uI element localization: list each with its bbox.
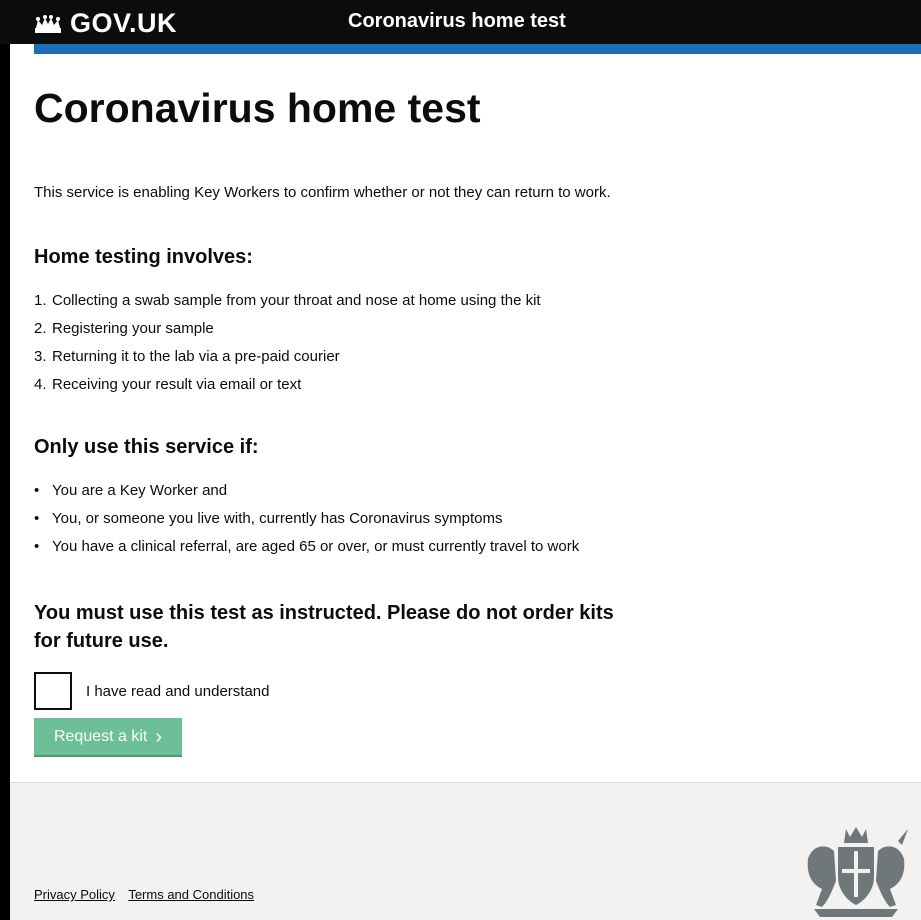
header-blue-stripe — [34, 44, 921, 54]
service-name-link[interactable]: Coronavirus home test — [348, 10, 566, 33]
list-item: • You have a clinical referral, are aged… — [34, 535, 624, 558]
list-item: • You are a Key Worker and — [34, 479, 624, 502]
site-header: GOV.UK Coronavirus home test — [0, 0, 921, 44]
list-item-text: Returning it to the lab via a pre-paid c… — [52, 348, 340, 365]
list-item-text: You are a Key Worker and — [52, 482, 228, 499]
only-use-heading: Only use this service if: — [34, 436, 259, 458]
crown-icon — [32, 13, 64, 35]
royal-coat-of-arms-icon — [798, 819, 914, 920]
terms-conditions-link[interactable]: Terms and Conditions — [128, 887, 254, 902]
logo-text: GOV.UK — [70, 8, 178, 38]
list-item-text: You have a clinical referral, are aged 6… — [52, 538, 580, 555]
page-title: Coronavirus home test — [34, 85, 481, 131]
bullet-marker: • — [34, 538, 40, 555]
checkbox-label[interactable]: I have read and understand — [86, 683, 269, 700]
home-testing-heading: Home testing involves: — [34, 246, 253, 268]
button-label: Request a kit — [53, 727, 148, 745]
govuk-logo-link[interactable]: GOV.UK — [32, 8, 177, 39]
list-item-text: Collecting a swab sample from your throa… — [52, 292, 541, 309]
list-item: 1. Collecting a swab sample from your th… — [34, 289, 624, 312]
page-frame: GOV.UK Coronavirus home test Coronavirus… — [0, 0, 921, 920]
bullet-marker: • — [34, 482, 40, 499]
list-item-text: Registering your sample — [52, 320, 214, 337]
list-item: • You, or someone you live with, current… — [34, 507, 624, 530]
site-footer: Privacy Policy Terms and Conditions — [10, 782, 921, 920]
list-item-text: You, or someone you live with, currently… — [52, 510, 503, 527]
list-item: 4. Receiving your result via email or te… — [34, 373, 624, 396]
list-item: 2. Registering your sample — [34, 317, 624, 340]
steps-list: 1. Collecting a swab sample from your th… — [34, 289, 624, 401]
intro-paragraph: This service is enabling Key Workers to … — [34, 184, 611, 201]
list-item: 3. Returning it to the lab via a pre-pai… — [34, 345, 624, 368]
read-understand-checkbox[interactable] — [34, 672, 72, 710]
conditions-list: • You are a Key Worker and • You, or som… — [34, 479, 624, 563]
footer-links: Privacy Policy Terms and Conditions — [34, 887, 264, 902]
request-kit-button[interactable]: Request a kit › — [34, 718, 182, 755]
bullet-marker: • — [34, 510, 40, 527]
list-marker: 1. — [34, 292, 47, 309]
list-marker: 2. — [34, 320, 47, 337]
list-marker: 4. — [34, 376, 47, 393]
confirmation-checkbox-row: I have read and understand — [34, 672, 269, 710]
list-marker: 3. — [34, 348, 47, 365]
privacy-policy-link[interactable]: Privacy Policy — [34, 887, 115, 902]
list-item-text: Receiving your result via email or text — [52, 376, 302, 393]
chevron-right-icon: › — [155, 725, 163, 748]
usage-warning: You must use this test as instructed. Pl… — [34, 602, 614, 652]
